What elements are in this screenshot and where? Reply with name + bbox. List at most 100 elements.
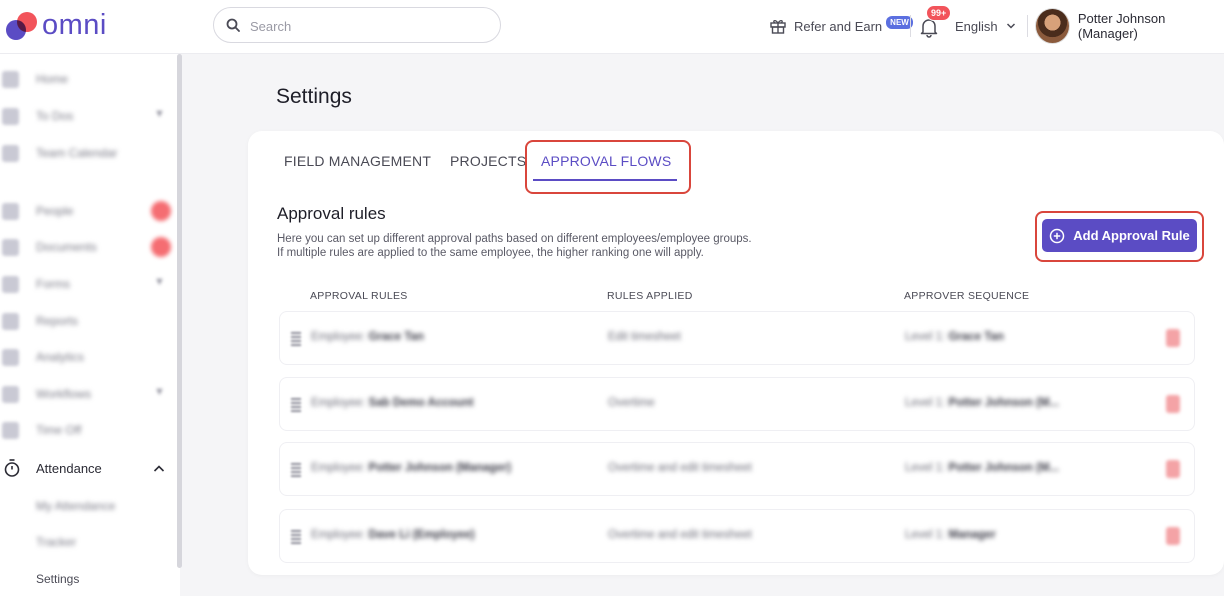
section-title: Approval rules	[277, 204, 386, 223]
table-row[interactable]: Employee: Potter Johnson (Manager) Overt…	[279, 442, 1195, 496]
sidebar-subitem-tracker[interactable]: Tracker	[36, 535, 76, 549]
tab-field-management[interactable]: FIELD MANAGEMENT	[284, 153, 431, 169]
sidebar-item-label: Forms	[36, 277, 70, 291]
status-badge	[151, 237, 171, 257]
search-input[interactable]	[250, 16, 480, 36]
rules-applied-cell: Overtime and edit timesheet	[608, 529, 752, 541]
page-title: Settings	[276, 85, 352, 108]
approver-sequence-cell: Level 1: Grace Tan	[905, 331, 1004, 343]
approver-sequence-cell: Level 1: Manager	[905, 529, 996, 541]
rules-applied-cell: Overtime	[608, 397, 655, 409]
chevron-down-icon[interactable]: ▼	[154, 386, 165, 398]
refer-and-earn-link[interactable]: Refer and Earn NEW	[769, 14, 913, 38]
drag-handle-icon[interactable]	[291, 463, 301, 477]
sidebar-item-label: Analytics	[36, 350, 85, 364]
trash-icon[interactable]	[1166, 395, 1180, 413]
user-menu[interactable]: Potter Johnson (Manager)	[1035, 8, 1224, 44]
sidebar-item-workflows[interactable]: Workflows ▼	[0, 380, 176, 410]
highlight-box	[1035, 211, 1204, 262]
top-bar: omni Refer and Earn NEW 99+ English Pott…	[0, 0, 1224, 54]
documents-icon	[2, 239, 19, 256]
approval-rule-cell: Employee: Grace Tan	[311, 331, 424, 343]
language-selector[interactable]: English	[955, 14, 1016, 38]
drag-handle-icon[interactable]	[291, 530, 301, 544]
home-icon	[2, 71, 19, 88]
drag-handle-icon[interactable]	[291, 332, 301, 346]
table-row[interactable]: Employee: Grace Tan Edit timesheet Level…	[279, 311, 1195, 365]
rules-applied-cell: Overtime and edit timesheet	[608, 462, 752, 474]
gift-icon	[770, 20, 786, 34]
approval-rule-cell: Employee: Sab Demo Account	[311, 397, 474, 409]
search-bar[interactable]	[213, 7, 501, 43]
divider	[1027, 15, 1028, 37]
sidebar-item-label: Reports	[36, 314, 79, 328]
forms-icon	[2, 276, 19, 293]
time-off-icon	[2, 422, 19, 439]
sidebar-item-attendance[interactable]: Attendance	[0, 455, 176, 483]
chevron-down-icon[interactable]: ▼	[154, 276, 165, 288]
chevron-down-icon[interactable]: ▼	[154, 108, 165, 120]
sidebar: Home To Dos ▼ Team Calendar People Docum…	[0, 54, 180, 596]
sidebar-item-reports[interactable]: Reports	[0, 307, 176, 337]
sidebar-item-todos[interactable]: To Dos ▼	[0, 102, 176, 132]
table-row[interactable]: Employee: Sab Demo Account Overtime Leve…	[279, 377, 1195, 431]
drag-handle-icon[interactable]	[291, 398, 301, 412]
status-badge	[151, 201, 171, 221]
trash-icon[interactable]	[1166, 460, 1180, 478]
sidebar-item-label: Time Off	[36, 423, 82, 437]
sidebar-item-label: To Dos	[36, 109, 74, 123]
column-header-approval-rules: APPROVAL RULES	[310, 290, 408, 302]
sidebar-item-people[interactable]: People	[0, 197, 176, 227]
workflow-icon	[2, 386, 19, 403]
sidebar-item-time-off[interactable]: Time Off	[0, 416, 176, 446]
new-badge: NEW	[886, 15, 913, 29]
sidebar-subitem-my-attendance[interactable]: My Attendance	[36, 499, 115, 513]
chevron-down-icon	[1006, 23, 1015, 29]
approval-rule-cell: Employee: Potter Johnson (Manager)	[311, 462, 512, 474]
table-row[interactable]: Employee: Dave Li (Employee) Overtime an…	[279, 509, 1195, 563]
notifications-button[interactable]: 99+	[918, 5, 952, 38]
approver-sequence-cell: Level 1: Potter Johnson (M...	[905, 462, 1060, 474]
sidebar-item-label: Documents	[36, 240, 97, 254]
omni-logo[interactable]: omni	[6, 8, 116, 44]
sidebar-scrollbar[interactable]	[177, 54, 182, 568]
trash-icon[interactable]	[1166, 329, 1180, 347]
user-name: Potter Johnson (Manager)	[1077, 11, 1166, 41]
checklist-icon	[2, 108, 19, 125]
sidebar-item-team-calendar[interactable]: Team Calendar	[0, 139, 176, 169]
column-header-rules-applied: RULES APPLIED	[607, 290, 693, 302]
sidebar-item-forms[interactable]: Forms ▼	[0, 270, 176, 300]
sidebar-item-label: Home	[36, 72, 69, 86]
people-icon	[2, 203, 19, 220]
highlight-box	[525, 140, 691, 194]
calendar-icon	[2, 145, 19, 162]
divider	[910, 15, 911, 37]
chevron-up-icon[interactable]	[153, 464, 165, 474]
description-line: Here you can set up different approval p…	[277, 233, 752, 245]
sidebar-item-home[interactable]: Home	[0, 65, 176, 95]
sidebar-item-documents[interactable]: Documents	[0, 233, 176, 263]
logo-text: omni	[42, 9, 107, 41]
search-icon	[226, 18, 240, 32]
reports-icon	[2, 313, 19, 330]
section-description: Here you can set up different approval p…	[277, 232, 752, 260]
analytics-icon	[2, 349, 19, 366]
sidebar-item-label: Attendance	[36, 461, 102, 476]
rules-applied-cell: Edit timesheet	[608, 331, 681, 343]
description-line: If multiple rules are applied to the sam…	[277, 247, 704, 259]
language-label: English	[955, 18, 998, 34]
sidebar-item-label: Team Calendar	[36, 146, 118, 160]
tab-projects[interactable]: PROJECTS	[450, 153, 526, 169]
refer-label: Refer and Earn	[794, 18, 883, 34]
avatar	[1035, 8, 1070, 44]
sidebar-item-label: Workflows	[36, 387, 92, 401]
notification-count-badge: 99+	[926, 5, 952, 21]
sidebar-subitem-settings[interactable]: Settings	[36, 572, 79, 586]
column-header-approver-sequence: APPROVER SEQUENCE	[904, 290, 1030, 302]
sidebar-item-label: People	[36, 204, 74, 218]
stopwatch-icon	[4, 459, 20, 477]
trash-icon[interactable]	[1166, 527, 1180, 545]
approver-sequence-cell: Level 1: Potter Johnson (M...	[905, 397, 1060, 409]
sidebar-item-analytics[interactable]: Analytics	[0, 343, 176, 373]
approval-rule-cell: Employee: Dave Li (Employee)	[311, 529, 475, 541]
